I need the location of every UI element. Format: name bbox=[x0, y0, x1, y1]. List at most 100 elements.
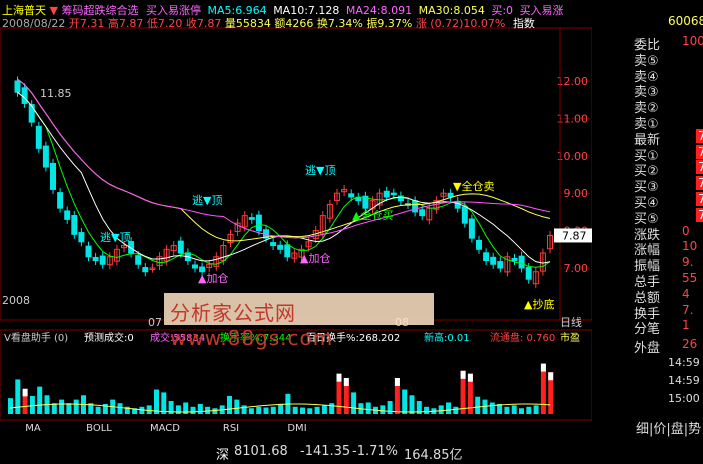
index-button[interactable]: 指数 bbox=[513, 17, 535, 30]
quote-value: 7 bbox=[696, 176, 703, 191]
escape-top-label: 逃▼顶 bbox=[100, 231, 130, 244]
quote-tabs[interactable]: 细|价|盘|势 bbox=[636, 418, 701, 437]
vol-title: V看盘助手 (0) bbox=[4, 331, 68, 344]
volume-bar bbox=[175, 405, 181, 414]
bar-date: 2008/08/22 bbox=[2, 17, 66, 30]
quote-value: 4 bbox=[682, 286, 690, 301]
quote-value: 1 bbox=[682, 318, 690, 333]
candle-body bbox=[461, 206, 468, 224]
price-tick-label: 10.00 bbox=[557, 150, 589, 163]
volume-bar bbox=[241, 405, 247, 414]
volume-bar bbox=[387, 401, 393, 414]
indicator-header: 上海普天 ▼ 筹码超跌综合选 买入易涨停 MA5:6.964 MA10:7.12… bbox=[0, 0, 610, 30]
escape-top-label: 逃▼顶 bbox=[192, 194, 222, 207]
quote-value: 7 bbox=[696, 128, 703, 143]
tick-time: 14:59 bbox=[668, 356, 700, 369]
header-line-1: 上海普天 ▼ 筹码超跌综合选 买入易涨停 MA5:6.964 MA10:7.12… bbox=[2, 4, 564, 17]
current-price-value: 7.87 bbox=[562, 229, 587, 242]
candle-body bbox=[142, 267, 149, 273]
index-value: 8101.68 bbox=[234, 444, 288, 459]
tick-time: 15:00 bbox=[668, 392, 700, 405]
candle-body bbox=[78, 232, 85, 243]
volume-bar bbox=[511, 405, 517, 414]
candle-body bbox=[419, 209, 426, 217]
volume-bar bbox=[73, 399, 79, 414]
quote-label: 分笔 bbox=[634, 322, 661, 338]
quote-value: 7 bbox=[696, 192, 703, 206]
header-line-2: 2008/08/22 开7.31 高7.87 低7.20 收7.87 量5583… bbox=[2, 15, 535, 30]
candle-body bbox=[497, 261, 504, 269]
volume-bar bbox=[15, 379, 21, 414]
candle-body bbox=[50, 162, 56, 190]
candle-body bbox=[255, 214, 262, 232]
candle-body bbox=[57, 192, 64, 209]
tab-ma[interactable]: MA bbox=[0, 423, 66, 436]
quote-label: 外盘 bbox=[634, 341, 661, 357]
volume-bar-cap bbox=[343, 378, 349, 386]
candle-body bbox=[511, 257, 518, 262]
volume-bar bbox=[256, 406, 262, 414]
index-pct: -1.71% bbox=[352, 444, 398, 459]
tab-dmi[interactable]: DMI bbox=[264, 423, 330, 436]
add-position-label: ▲加仓 bbox=[300, 251, 330, 265]
amount-value: 额4266 bbox=[274, 17, 314, 30]
candle-body bbox=[135, 255, 142, 265]
volume-bar-cap bbox=[22, 388, 28, 397]
index-amount: 164.85亿 bbox=[404, 448, 463, 463]
pred-volume: 预测成交:0 bbox=[84, 331, 134, 344]
ma30-line bbox=[17, 78, 551, 239]
volume-bar bbox=[278, 403, 284, 414]
volume-bar bbox=[37, 386, 43, 414]
add-position-label: ▲加仓 bbox=[198, 271, 228, 285]
price-tick-label: 9.00 bbox=[564, 187, 589, 200]
candle-body bbox=[35, 125, 42, 149]
volume-bar bbox=[154, 389, 159, 414]
volume-bar bbox=[526, 406, 532, 414]
volume-bar bbox=[146, 405, 152, 414]
volume-bar bbox=[351, 392, 357, 414]
candle-body bbox=[177, 240, 184, 254]
candle-body bbox=[390, 192, 397, 196]
volume-bar bbox=[446, 402, 451, 414]
volume-bar bbox=[292, 406, 298, 414]
pe-label: 市盈 bbox=[560, 331, 580, 344]
volume-bar bbox=[161, 392, 167, 414]
quote-value: 9. bbox=[682, 255, 694, 270]
candle-body bbox=[348, 193, 355, 198]
volume-bar bbox=[197, 403, 203, 414]
quote-panel: 60068委比100.卖⑤卖④卖③卖②卖①最新7买①7买②7买③7买④7买⑤7涨… bbox=[592, 0, 703, 464]
candle-body bbox=[21, 87, 28, 104]
high-price-marker: 11.85 bbox=[40, 87, 72, 100]
volume-bar-cap bbox=[460, 370, 466, 379]
price-tick-label: 12.00 bbox=[557, 75, 589, 88]
full-sell-label: ▼全仓卖 bbox=[453, 179, 494, 193]
tab-boll[interactable]: BOLL bbox=[66, 423, 132, 436]
quote-value: 7 bbox=[696, 207, 703, 222]
candle-body bbox=[42, 145, 49, 168]
quote-value: 100. bbox=[682, 34, 703, 48]
volume-bar bbox=[438, 405, 444, 414]
candle-body bbox=[468, 218, 475, 239]
volume-bar bbox=[263, 407, 269, 414]
candle-body bbox=[383, 190, 390, 198]
tab-rsi[interactable]: RSI bbox=[198, 423, 264, 436]
volume-bar bbox=[365, 402, 371, 414]
volume-bar bbox=[489, 402, 495, 414]
tab-macd[interactable]: MACD bbox=[132, 423, 198, 436]
volume-bar-cap bbox=[394, 378, 400, 386]
volume-bar bbox=[504, 406, 510, 414]
volume-bar bbox=[314, 406, 320, 414]
candle-body bbox=[447, 192, 454, 198]
volume-bar bbox=[117, 403, 123, 414]
ma24-line bbox=[17, 78, 551, 242]
volume-bar bbox=[234, 399, 240, 414]
close-price: 收7.87 bbox=[185, 17, 222, 30]
volume-bar-cap bbox=[336, 373, 342, 382]
volume-bar bbox=[321, 405, 327, 414]
volume-bar bbox=[190, 406, 196, 414]
volume-bar bbox=[453, 406, 459, 414]
watermark-text: 分析家公式网www.88gs.com bbox=[170, 301, 334, 350]
candle-body bbox=[277, 244, 284, 250]
bottom-fish-label: ▲抄底 bbox=[524, 297, 554, 311]
price-tick-label: 7.00 bbox=[564, 262, 589, 275]
